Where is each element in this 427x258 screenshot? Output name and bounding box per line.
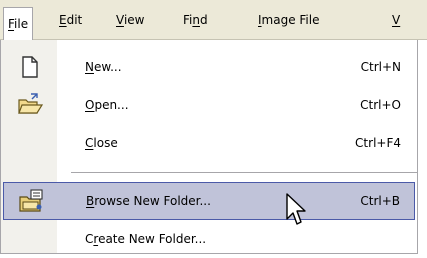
menu-item-browse-new-folder-label: Browse New Folder... xyxy=(86,194,211,208)
menu-item-new-label: New... xyxy=(85,60,122,74)
browse-folder-icon xyxy=(19,189,43,212)
menu-separator xyxy=(71,172,417,173)
menu-view[interactable]: View xyxy=(116,11,144,29)
menu-item-browse-new-folder[interactable]: Browse New Folder... Ctrl+B xyxy=(3,182,415,220)
menu-file[interactable]: File xyxy=(3,7,34,40)
menu-bar: File Edit View Find Image File V xyxy=(0,0,427,40)
menu-item-close-label: Close xyxy=(85,136,118,150)
menu-item-new[interactable]: New... Ctrl+N xyxy=(1,48,417,86)
menu-item-create-new-folder[interactable]: Create New Folder... xyxy=(1,220,417,258)
menu-view-cutoff[interactable]: V xyxy=(392,11,400,29)
menu-item-close[interactable]: Close Ctrl+F4 xyxy=(1,124,417,162)
menu-item-new-shortcut: Ctrl+N xyxy=(360,60,401,74)
file-menu-dropdown: New... Ctrl+N Open... Ctrl+O Close Ctrl+… xyxy=(0,40,418,254)
menu-item-open[interactable]: Open... Ctrl+O xyxy=(1,86,417,124)
menu-edit[interactable]: Edit xyxy=(59,11,82,29)
menu-item-open-label: Open... xyxy=(85,98,129,112)
menu-item-create-new-folder-label: Create New Folder... xyxy=(85,232,207,246)
menu-item-open-shortcut: Ctrl+O xyxy=(360,98,401,112)
open-folder-icon xyxy=(18,93,43,114)
mouse-pointer-icon xyxy=(286,193,306,225)
menu-image-file[interactable]: Image File xyxy=(258,11,319,29)
menu-find[interactable]: Find xyxy=(183,11,208,29)
menu-item-browse-new-folder-shortcut: Ctrl+B xyxy=(360,194,400,208)
new-document-icon xyxy=(22,56,38,78)
menu-item-close-shortcut: Ctrl+F4 xyxy=(355,136,401,150)
